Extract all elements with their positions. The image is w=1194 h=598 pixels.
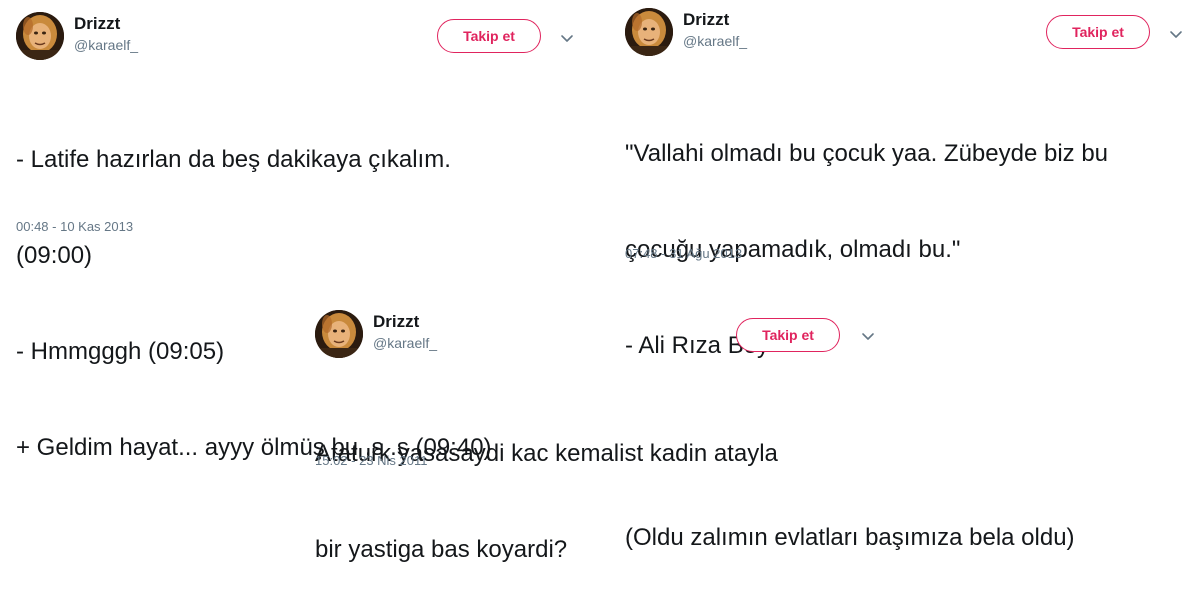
follow-button[interactable]: Takip et xyxy=(736,318,840,352)
tweet-timestamp[interactable]: 15:02 - 23 Nis 2011 xyxy=(315,453,428,468)
tweet-text: Ataturk yasasaydi kac kemalist kadin ata… xyxy=(315,374,778,598)
chevron-down-icon[interactable] xyxy=(1168,26,1184,42)
tweet-text-line: (09:00) xyxy=(16,242,93,269)
tweet-timestamp[interactable]: 00:48 - 10 Kas 2013 xyxy=(16,219,133,234)
author-name[interactable]: Drizzt xyxy=(373,312,419,332)
avatar-image xyxy=(315,310,363,358)
chevron-down-icon[interactable] xyxy=(860,328,876,344)
tweet-text-line: "Vallahi olmadı bu çocuk yaa. Zübeyde bi… xyxy=(625,140,1109,167)
author-name[interactable]: Drizzt xyxy=(683,10,729,30)
follow-button[interactable]: Takip et xyxy=(1046,15,1150,49)
author-handle[interactable]: @karaelf_ xyxy=(74,37,138,53)
author-handle[interactable]: @karaelf_ xyxy=(683,33,747,49)
avatar[interactable] xyxy=(625,8,673,56)
avatar[interactable] xyxy=(315,310,363,358)
avatar-image xyxy=(625,8,673,56)
avatar-image xyxy=(16,12,64,60)
author-handle[interactable]: @karaelf_ xyxy=(373,335,437,351)
author-name[interactable]: Drizzt xyxy=(74,14,120,34)
tweet-text-line: - Latife hazırlan da beş dakikaya çıkalı… xyxy=(16,146,451,173)
chevron-down-icon[interactable] xyxy=(559,30,575,46)
avatar[interactable] xyxy=(16,12,64,60)
tweet-timestamp[interactable]: 07:48 - 31 Ağu 2013 xyxy=(625,246,742,261)
follow-button[interactable]: Takip et xyxy=(437,19,541,53)
tweet-text-line: bir yastiga bas koyardi? xyxy=(315,536,568,563)
